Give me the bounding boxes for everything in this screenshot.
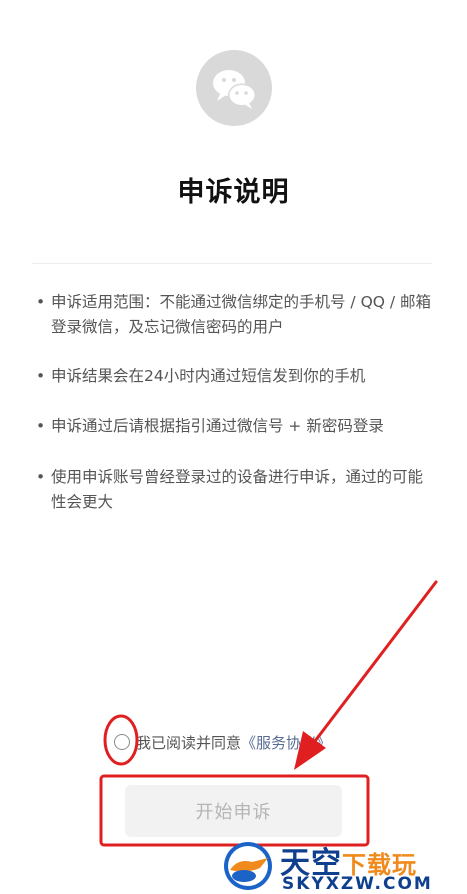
service-agreement-link[interactable]: 《服务协议》: [241, 732, 331, 753]
agree-radio[interactable]: [114, 734, 130, 750]
bullet-text: 使用申诉账号曾经登录过的设备进行申诉，通过的可能性会更大: [51, 468, 424, 511]
bullet-text: 申诉适用范围：不能通过微信绑定的手机号 / QQ / 邮箱登录微信，及忘记微信密…: [51, 293, 432, 336]
annotation-overlay: [99, 580, 438, 847]
wechat-logo: [196, 50, 272, 126]
list-item: • 申诉结果会在24小时内通过短信发到你的手机: [36, 364, 436, 389]
watermark-url: SKYXZW.COM: [282, 874, 433, 894]
annotation-arrow-shaft: [310, 580, 438, 747]
list-item: • 申诉通过后请根据指引通过微信号 + 新密码登录: [36, 414, 436, 439]
list-item: • 申诉适用范围：不能通过微信绑定的手机号 / QQ / 邮箱登录微信，及忘记微…: [36, 290, 436, 340]
start-appeal-button[interactable]: 开始申诉: [125, 785, 342, 837]
bullet-marker: •: [36, 367, 46, 385]
bullet-text: 申诉通过后请根据指引通过微信号 + 新密码登录: [51, 417, 384, 435]
divider: [32, 263, 432, 264]
site-watermark: 天空下载玩 SKYXZW.COM: [220, 838, 465, 894]
wechat-icon: [213, 70, 256, 109]
cloud-plane-logo-icon: [224, 842, 272, 890]
page-title: 申诉说明: [177, 177, 290, 208]
bullet-text: 申诉结果会在24小时内通过短信发到你的手机: [51, 367, 366, 385]
list-item: • 使用申诉账号曾经登录过的设备进行申诉，通过的可能性会更大: [36, 465, 436, 515]
bullet-marker: •: [36, 293, 46, 311]
bullet-marker: •: [36, 417, 46, 435]
agreement-text: 我已阅读并同意: [136, 733, 242, 752]
bullet-marker: •: [36, 468, 46, 486]
agreement-row: 我已阅读并同意 《服务协议》: [114, 728, 331, 756]
